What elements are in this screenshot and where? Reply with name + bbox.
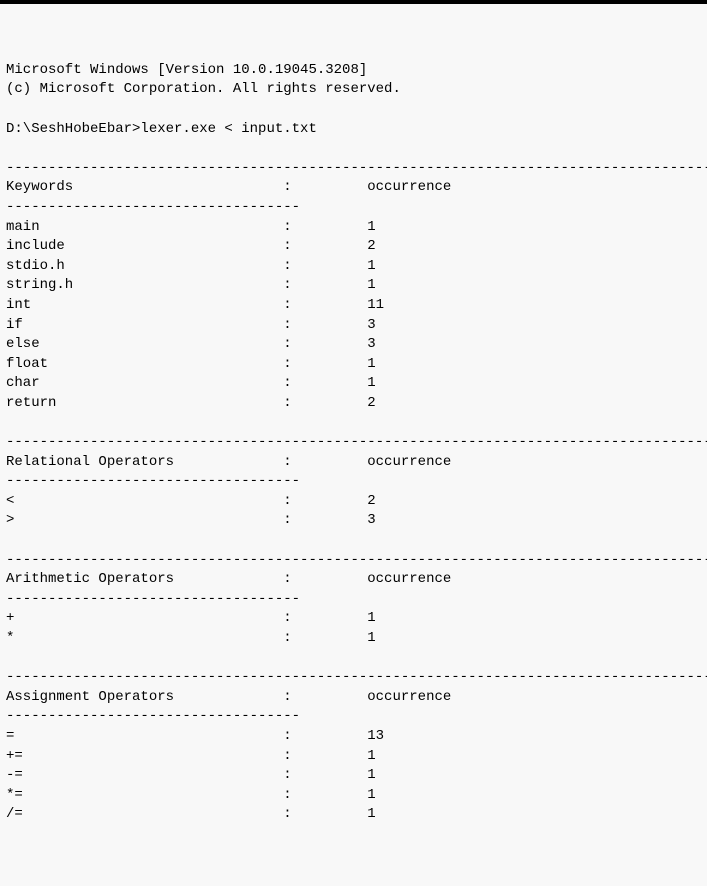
window-top-bar: [0, 0, 707, 4]
terminal-output: Microsoft Windows [Version 10.0.19045.32…: [6, 61, 701, 825]
